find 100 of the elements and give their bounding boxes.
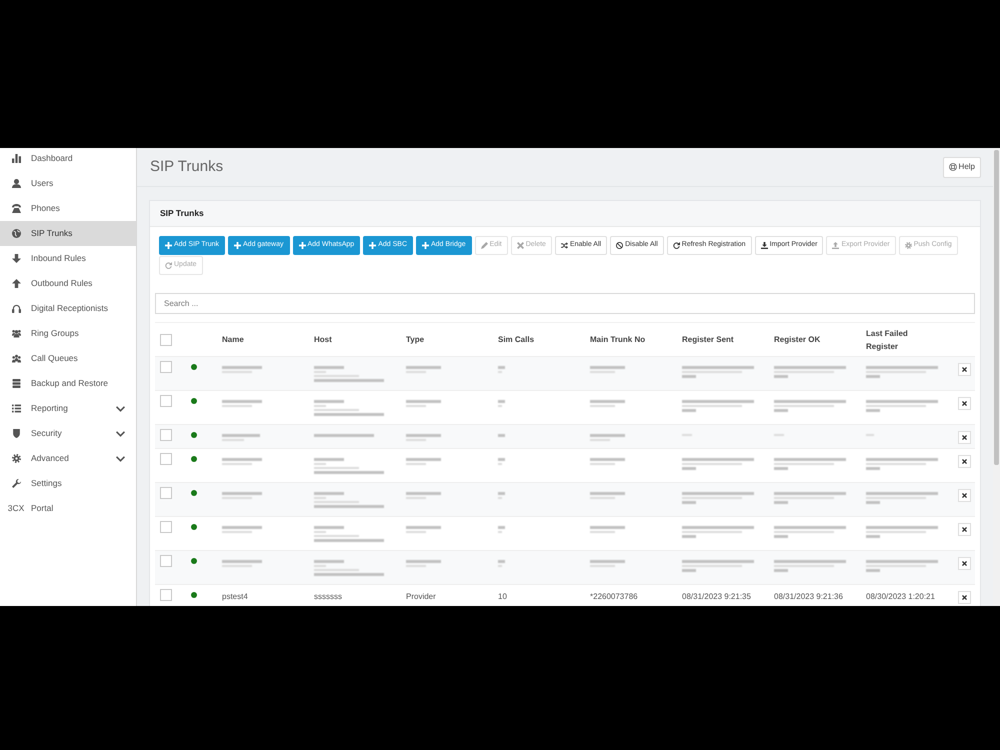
pencil-icon [480,242,488,249]
cross-icon [962,595,967,600]
delete-button[interactable] [958,397,971,410]
blurred-text [222,560,262,567]
blurred-text [406,526,441,533]
cross-icon [962,493,967,498]
table-cell-text: 08/31/2023 9:21:35 [682,591,752,603]
bar-chart-icon [12,154,20,163]
sidebar-item[interactable]: Dashboard [0,148,136,171]
blurred-text [406,492,441,499]
blurred-text [774,400,846,412]
blurred-text [222,458,262,465]
column-header: Register Sent [682,334,735,346]
phone-icon [12,204,20,213]
blurred-text [222,366,262,373]
column-header: Sim Calls [498,334,536,346]
blurred-text [774,366,846,378]
sidebar-item[interactable]: Security [0,421,136,446]
sidebar-item[interactable]: SIP Trunks [0,221,136,246]
sidebar-item[interactable]: Digital Receptionists [0,296,136,321]
headset-icon [12,304,20,313]
checkbox[interactable] [160,521,172,533]
table-cell-text: pstest4 [222,591,249,603]
blurred-text [406,434,441,441]
blurred-text [314,458,384,474]
blurred-text [406,560,441,567]
sidebar-item[interactable]: Call Queues [0,346,136,371]
plus-icon [422,242,429,249]
page-title: SIP Trunks [150,156,224,177]
sidebar-item[interactable]: Backup and Restore [0,371,136,396]
blurred-text [866,560,938,572]
search-field[interactable]: Search ... [155,293,975,314]
list-icon [12,404,20,413]
lifebuoy-icon [948,163,957,171]
blurred-text [682,492,754,504]
database-icon [12,379,20,388]
sidebar-item[interactable]: Reporting [0,396,136,421]
blurred-text [590,458,625,465]
checkbox[interactable] [160,487,172,499]
gear-icon [904,242,912,249]
blurred-text [222,492,262,499]
blurred-text [774,526,846,538]
sidebar-item[interactable]: Settings [0,471,136,496]
ban-icon [616,242,624,249]
blurred-text [222,526,262,533]
wrench-icon [12,479,20,488]
users-icon [12,354,20,363]
delete-button[interactable] [958,363,971,376]
cross-icon [962,561,967,566]
sidebar-item[interactable]: Inbound Rules [0,246,136,271]
plus-icon [298,242,306,249]
delete-button[interactable] [958,591,971,604]
blurred-text [866,400,938,412]
delete-button[interactable] [958,455,971,468]
cross-icon [962,367,967,372]
sidebar-item[interactable]: Advanced [0,446,136,471]
blurred-text [774,492,846,504]
blurred-text [314,526,384,542]
delete-button[interactable] [958,557,971,570]
shuffle-icon [560,242,568,249]
checkbox[interactable] [160,361,172,373]
blurred-text [498,526,505,533]
panel-title: SIP Trunks [160,207,204,220]
delete-button[interactable] [958,431,971,444]
blurred-text [498,492,505,499]
blurred-text [314,560,384,576]
blurred-text [314,400,384,416]
delete-button[interactable] [958,523,971,536]
sidebar-item[interactable]: Phones [0,196,136,221]
cross-icon [962,459,967,464]
sidebar-item[interactable]: Users [0,171,136,196]
column-header: Host [314,334,333,346]
checkbox[interactable] [160,555,172,567]
blurred-text [498,458,505,465]
checkbox[interactable] [160,453,172,465]
sidebar-item[interactable]: Outbound Rules [0,271,136,296]
help-button[interactable]: Help [942,156,981,178]
logo-text: 3CX [8,502,24,515]
plus-icon [165,242,172,249]
sidebar-item[interactable]: Ring Groups [0,321,136,346]
sidebar-item[interactable]: 3CX Portal [0,496,136,521]
checkbox[interactable] [160,395,172,407]
cross-icon [962,401,967,406]
plus-icon [369,242,376,249]
column-header: Main Trunk No [590,334,646,346]
checkbox[interactable] [160,589,172,601]
arrow-up-icon [12,279,20,288]
checkbox[interactable] [160,334,172,346]
column-header: Last Failed Register [866,328,909,352]
blurred-text [590,400,625,407]
blurred-text [406,458,441,465]
blurred-text [222,400,262,407]
checkbox[interactable] [160,429,172,441]
blurred-text [314,366,384,382]
delete-button[interactable] [958,489,971,502]
table-cell-text: *2260073786 [590,591,639,603]
upload-icon [832,242,840,249]
blurred-text [314,434,374,437]
shield-icon [12,429,20,438]
blurred-text [498,366,505,373]
